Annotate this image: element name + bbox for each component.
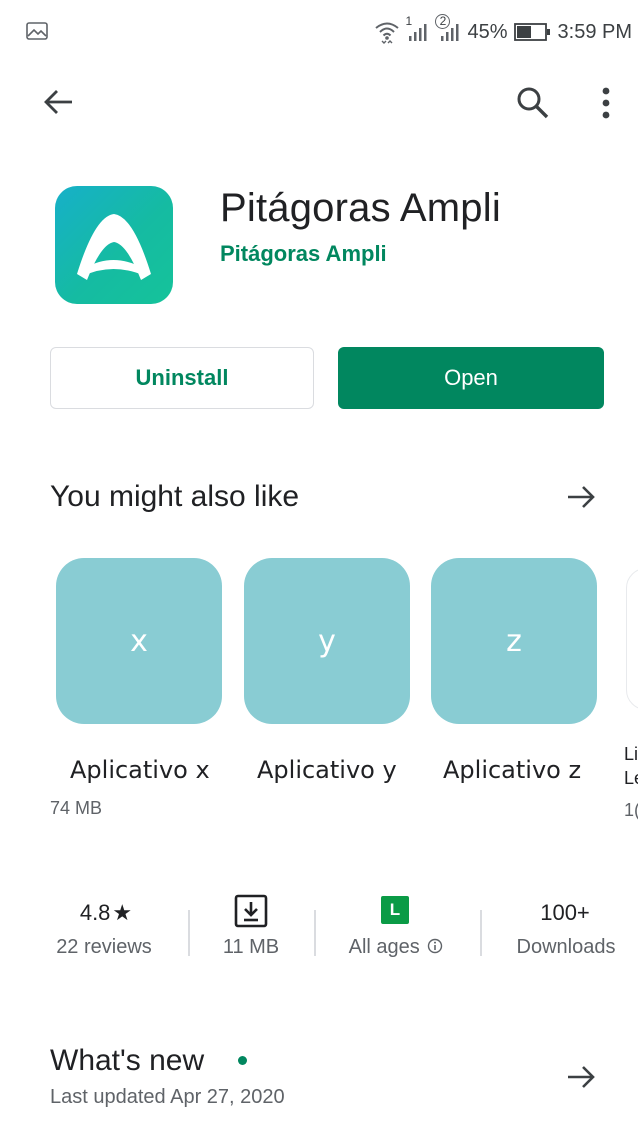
downloads-count: 100+	[540, 900, 590, 925]
developer-link[interactable]: Pitágoras Ampli	[220, 241, 387, 267]
arrow-forward-icon[interactable]	[566, 482, 596, 512]
image-icon	[26, 22, 48, 40]
divider	[480, 910, 482, 956]
back-arrow-icon[interactable]	[42, 86, 74, 118]
rating-number: 4.8	[79, 900, 111, 925]
download-size: 11 MB	[222, 936, 280, 958]
info-icon[interactable]	[427, 938, 443, 954]
new-indicator-dot	[238, 1056, 247, 1065]
battery-percent: 45%	[467, 20, 508, 43]
rating-value[interactable]: 4.8★	[66, 900, 146, 926]
suggested-app-partial-icon[interactable]	[626, 568, 638, 710]
suggested-app-partial-line1: Li	[624, 744, 638, 764]
uninstall-button[interactable]: Uninstall	[50, 347, 314, 409]
status-bar: 1 2 45% 3:59 PM	[0, 0, 638, 62]
signal-sim2-icon: 2	[435, 14, 461, 42]
suggested-app-z-icon[interactable]: z	[431, 558, 597, 724]
suggested-app-x-name[interactable]: Aplicativo x	[70, 756, 210, 784]
downloads-label: Downloads	[516, 936, 616, 958]
download-size-icon	[234, 894, 268, 928]
whats-new-title[interactable]: What's new	[50, 1044, 204, 1078]
sim1-label: 1	[405, 14, 413, 28]
more-vert-icon[interactable]	[598, 86, 614, 120]
divider	[188, 910, 190, 956]
open-button[interactable]: Open	[338, 347, 604, 409]
suggested-app-x-size: 74 MB	[50, 798, 103, 818]
content-rating-badge-icon: L	[381, 896, 409, 924]
pitagoras-ampli-logo	[77, 214, 151, 280]
suggested-app-z-name[interactable]: Aplicativo z	[443, 756, 581, 784]
suggested-app-y-icon[interactable]: y	[244, 558, 410, 724]
similar-apps-title[interactable]: You might also like	[50, 480, 299, 514]
app-icon	[55, 186, 173, 304]
star-icon: ★	[112, 900, 133, 925]
suggested-app-x-icon[interactable]: x	[56, 558, 222, 724]
clock: 3:59 PM	[557, 20, 632, 43]
battery-icon	[513, 23, 550, 41]
last-updated: Last updated Apr 27, 2020	[50, 1086, 285, 1108]
app-title: Pitágoras Ampli	[220, 186, 501, 230]
top-app-bar	[0, 62, 638, 142]
status-indicators: 1 2 45% 3:59 PM	[373, 14, 632, 46]
reviews-count[interactable]: 22 reviews	[48, 936, 160, 959]
content-rating-label: All ages	[348, 936, 420, 958]
suggested-app-partial-size: 1(	[624, 800, 638, 820]
suggested-app-y-name[interactable]: Aplicativo y	[257, 756, 397, 784]
suggested-app-partial-line2: Le	[624, 768, 638, 788]
arrow-forward-icon[interactable]	[566, 1062, 596, 1092]
wifi-icon	[375, 22, 400, 44]
content-rating[interactable]: All ages	[340, 936, 452, 959]
signal-sim1-icon: 1	[405, 14, 429, 42]
divider	[314, 910, 316, 956]
search-icon[interactable]	[516, 86, 550, 120]
